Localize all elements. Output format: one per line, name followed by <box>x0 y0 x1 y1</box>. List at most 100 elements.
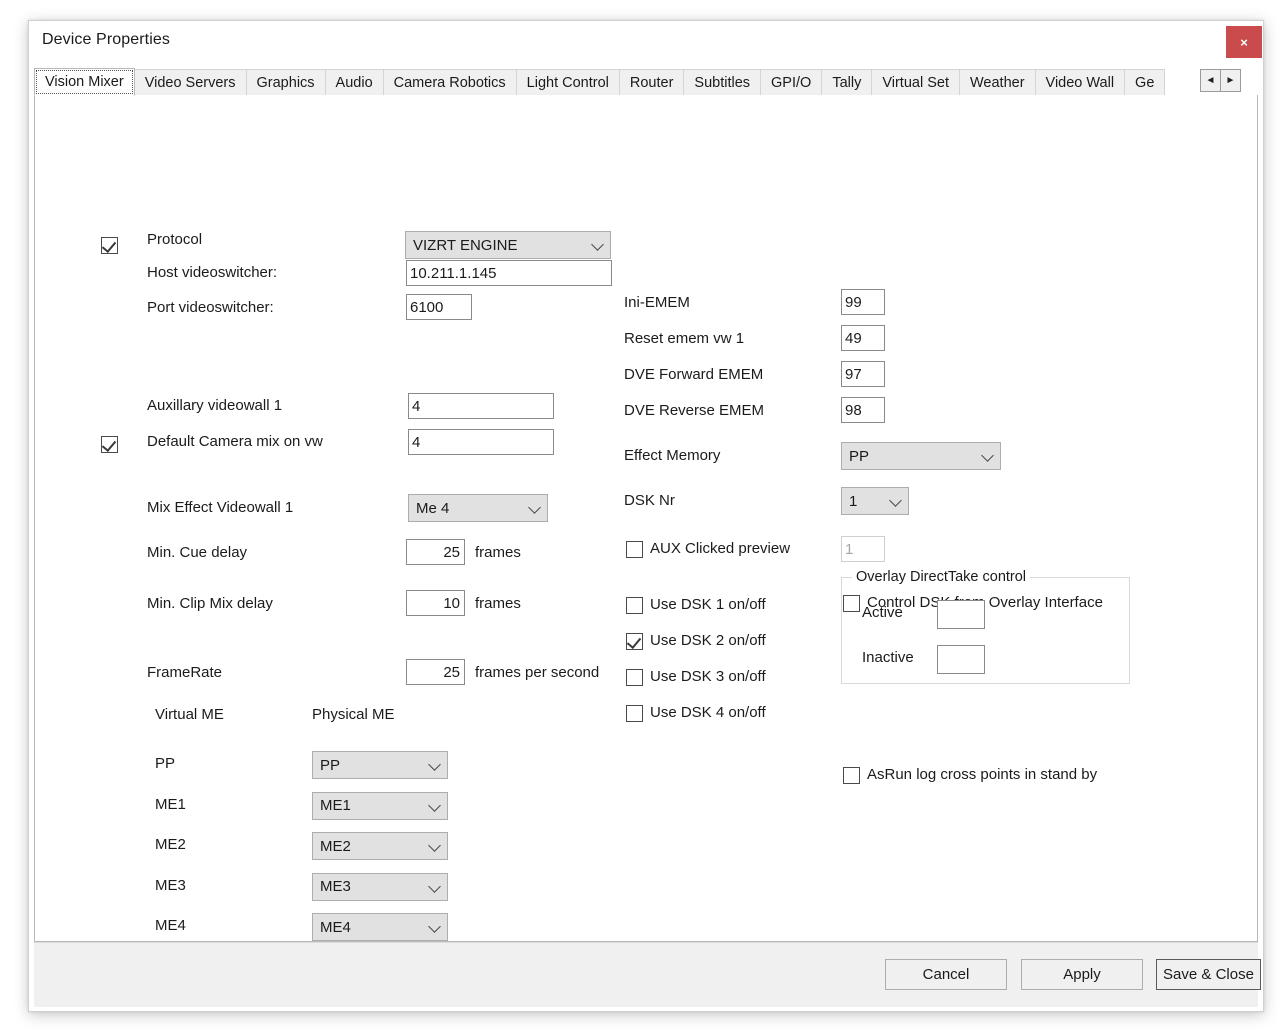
chevron-down-icon <box>591 238 604 251</box>
tab-router[interactable]: Router <box>618 69 685 96</box>
physical-me-combo[interactable]: ME1 <box>312 791 448 820</box>
min-clip-mix-delay-input[interactable]: 10 <box>406 590 465 616</box>
min-cue-delay-input[interactable]: 25 <box>406 539 465 565</box>
min-clip-mix-delay-label: Min. Clip Mix delay <box>147 595 273 612</box>
chevron-down-icon <box>889 494 902 507</box>
auxillary-videowall-input[interactable]: 4 <box>408 393 554 419</box>
overlay-active-input[interactable] <box>937 600 985 629</box>
device-properties-dialog: Device Properties × Vision Mixer Video Se… <box>28 20 1264 1012</box>
tab-graphics[interactable]: Graphics <box>245 69 326 96</box>
tab-vision-mixer[interactable]: Vision Mixer <box>34 68 135 96</box>
port-videoswitcher-label: Port videoswitcher: <box>147 299 274 316</box>
tab-weather[interactable]: Weather <box>958 69 1036 96</box>
use-dsk-4-label: Use DSK 4 on/off <box>650 704 766 721</box>
tabs-scroll-clip: Vision Mixer Video Servers Graphics Audio Ca… <box>34 68 1198 96</box>
tab-scroll-right-button[interactable]: ► <box>1220 69 1241 92</box>
dve-forward-emem-label: DVE Forward EMEM <box>624 366 764 383</box>
title-bar: Device Properties × <box>29 21 1263 62</box>
aux-clicked-preview-label: AUX Clicked preview <box>650 540 791 557</box>
physical-me-value: ME4 <box>320 918 351 936</box>
use-dsk-3-label: Use DSK 3 on/off <box>650 668 766 685</box>
virtual-me-label: ME1 <box>155 795 186 813</box>
vision-mixer-panel: Protocol VIZRT ENGINE Host videoswitcher… <box>34 95 1258 942</box>
protocol-label: Protocol <box>147 231 203 248</box>
protocol-combo[interactable]: VIZRT ENGINE <box>405 231 611 259</box>
min-clip-mix-delay-unit: frames <box>475 595 521 612</box>
tab-ge[interactable]: Ge <box>1124 69 1166 96</box>
apply-button[interactable]: Apply <box>1021 959 1143 990</box>
asrun-log-checkbox[interactable] <box>843 767 860 784</box>
effect-memory-combo[interactable]: PP <box>841 442 1001 470</box>
tab-strip: Vision Mixer Video Servers Graphics Audio Ca… <box>34 68 1258 96</box>
min-cue-delay-unit: frames <box>475 544 521 561</box>
tabs-row: Vision Mixer Video Servers Graphics Audio Ca… <box>34 68 1198 96</box>
close-icon[interactable]: × <box>1226 26 1262 58</box>
tab-audio[interactable]: Audio <box>324 69 384 96</box>
asrun-log-label: AsRun log cross points in stand by <box>867 766 1098 783</box>
tab-subtitles[interactable]: Subtitles <box>683 69 762 96</box>
tab-scroll-left-button[interactable]: ◄ <box>1200 69 1221 92</box>
tab-label: Vision Mixer <box>45 74 124 90</box>
mix-effect-videowall-value: Me 4 <box>416 499 450 517</box>
overlay-active-label: Active <box>862 604 903 621</box>
tab-label: GPI/O <box>771 75 812 91</box>
port-videoswitcher-input[interactable]: 6100 <box>406 294 472 320</box>
reset-emem-input[interactable]: 49 <box>841 325 885 351</box>
default-camera-mix-input[interactable]: 4 <box>408 429 554 455</box>
physical-me-combo[interactable]: ME4 <box>312 913 448 941</box>
overlay-directtake-group: Overlay DirectTake control Active Inacti… <box>841 569 1130 684</box>
framerate-input[interactable]: 25 <box>406 659 465 685</box>
framerate-label: FrameRate <box>147 664 223 681</box>
dve-reverse-emem-input[interactable]: 98 <box>841 397 885 423</box>
dve-forward-emem-input[interactable]: 97 <box>841 361 885 387</box>
protocol-combo-value: VIZRT ENGINE <box>413 236 518 254</box>
tab-label: Camera Robotics <box>393 75 506 91</box>
physical-me-combo[interactable]: ME3 <box>312 872 448 901</box>
chevron-down-icon <box>428 879 441 893</box>
default-camera-mix-checkbox[interactable] <box>101 436 118 453</box>
ini-emem-label: Ini-EMEM <box>624 294 690 311</box>
physical-me-combo[interactable]: PP <box>312 751 448 779</box>
aux-clicked-preview-input: 1 <box>841 536 885 562</box>
physical-me-combo[interactable]: ME2 <box>312 832 448 860</box>
aux-clicked-preview-checkbox[interactable] <box>626 541 643 558</box>
tab-label: Tally <box>832 75 862 91</box>
save-and-close-button[interactable]: Save & Close <box>1156 959 1261 990</box>
physical-me-value: PP <box>320 756 341 774</box>
tab-gpi-o[interactable]: GPI/O <box>760 69 823 96</box>
physical-me-value: ME3 <box>320 878 351 895</box>
mix-effect-videowall-combo[interactable]: Me 4 <box>408 494 548 522</box>
dsk-nr-combo[interactable]: 1 <box>841 487 909 515</box>
physical-me-header: Physical ME <box>312 706 395 723</box>
chevron-down-icon <box>428 798 441 812</box>
tab-light-control[interactable]: Light Control <box>515 69 620 96</box>
tab-scroll-buttons: ◄ ► <box>1200 69 1241 92</box>
use-dsk-4-checkbox[interactable] <box>626 705 643 722</box>
virtual-me-header: Virtual ME <box>155 706 224 723</box>
virtual-me-label: ME4 <box>155 917 186 934</box>
tab-video-servers[interactable]: Video Servers <box>133 69 247 96</box>
tab-virtual-set[interactable]: Virtual Set <box>871 69 960 96</box>
virtual-me-label: ME3 <box>155 876 186 894</box>
protocol-checkbox[interactable] <box>101 237 118 254</box>
use-dsk-3-checkbox[interactable] <box>626 669 643 686</box>
auxillary-videowall-label: Auxillary videowall 1 <box>147 397 283 414</box>
tab-camera-robotics[interactable]: Camera Robotics <box>382 69 517 96</box>
default-camera-mix-label: Default Camera mix on vw <box>147 433 323 450</box>
tab-label: Video Servers <box>144 75 236 91</box>
ini-emem-input[interactable]: 99 <box>841 289 885 315</box>
tab-label: Audio <box>335 75 373 91</box>
tab-label: Ge <box>1135 75 1155 91</box>
use-dsk-1-checkbox[interactable] <box>626 597 643 614</box>
tab-tally[interactable]: Tally <box>821 69 873 96</box>
overlay-inactive-input[interactable] <box>937 645 985 674</box>
tab-video-wall[interactable]: Video Wall <box>1034 69 1126 96</box>
use-dsk-2-checkbox[interactable] <box>626 633 643 650</box>
chevron-down-icon <box>428 839 441 852</box>
mix-effect-videowall-label: Mix Effect Videowall 1 <box>147 499 294 516</box>
chevron-down-icon <box>428 758 441 771</box>
host-videoswitcher-input[interactable]: 10.211.1.145 <box>406 260 612 286</box>
cancel-button[interactable]: Cancel <box>885 959 1007 990</box>
dialog-footer: Cancel Apply Save & Close <box>34 942 1261 1007</box>
physical-me-value: ME1 <box>320 797 351 814</box>
